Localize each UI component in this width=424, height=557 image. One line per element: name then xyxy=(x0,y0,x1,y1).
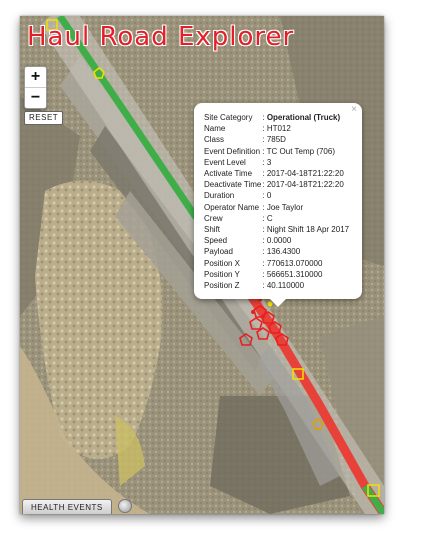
popup-pointer xyxy=(270,299,286,307)
map-window: Haul Road Explorer + − RESET × Site Cate… xyxy=(20,16,384,514)
zoom-control: + − xyxy=(24,66,47,109)
detail-value: : C xyxy=(262,213,273,223)
detail-value: : 3 xyxy=(262,157,272,167)
detail-label: Speed xyxy=(204,236,228,246)
detail-value: : Night Shift 18 Apr 2017 xyxy=(262,225,350,235)
detail-row: Position X : 770613.070000 xyxy=(204,258,349,269)
zoom-out-button[interactable]: − xyxy=(25,87,46,108)
detail-value: : 770613.070000 xyxy=(262,258,323,268)
detail-row: Site Category : Operational (Truck) xyxy=(204,112,349,123)
detail-label: Event Level xyxy=(204,157,246,167)
detail-row: Event Level : 3 xyxy=(204,157,349,168)
detail-value: : TC Out Temp (706) xyxy=(262,146,335,156)
detail-label: Name xyxy=(204,124,226,134)
detail-value: : 136.4300 xyxy=(262,247,301,257)
detail-label: Event Definition xyxy=(204,146,261,156)
reset-button[interactable]: RESET xyxy=(24,111,64,125)
detail-value: : Operational (Truck) xyxy=(262,113,341,122)
detail-value: : 2017-04-18T21:22:20 xyxy=(262,169,344,179)
event-details-table: Site Category : Operational (Truck) Name : … xyxy=(204,112,349,291)
zoom-in-button[interactable]: + xyxy=(25,67,46,87)
detail-label: Position Y xyxy=(204,269,240,279)
detail-label: Site Category xyxy=(204,113,253,122)
detail-value: : 2017-04-18T21:22:20 xyxy=(262,180,344,190)
detail-label: Position Z xyxy=(204,281,240,291)
detail-row: Position Y : 566651.310000 xyxy=(204,269,349,280)
detail-row: Position Z : 40.110000 xyxy=(204,280,349,291)
detail-row: Duration : 0 xyxy=(204,190,349,201)
detail-value: : 785D xyxy=(262,135,286,145)
detail-label: Shift xyxy=(204,225,221,235)
detail-label: Payload xyxy=(204,247,233,257)
app-title: Haul Road Explorer xyxy=(27,22,295,52)
detail-row: Activate Time : 2017-04-18T21:22:20 xyxy=(204,168,349,179)
detail-value: : HT012 xyxy=(262,124,291,134)
detail-label: Crew xyxy=(204,213,223,223)
detail-row: Class : 785D xyxy=(204,134,349,145)
close-icon[interactable]: × xyxy=(351,104,357,115)
detail-row: Speed : 0.0000 xyxy=(204,235,349,246)
detail-value: : 40.110000 xyxy=(262,281,305,291)
detail-label: Duration xyxy=(204,191,235,201)
detail-row: Name : HT012 xyxy=(204,123,349,134)
detail-value: : 0.0000 xyxy=(262,236,292,246)
detail-row: Operator Name: Joe Taylor xyxy=(204,202,349,213)
detail-label: Activate Time xyxy=(204,169,253,179)
detail-label: Class xyxy=(204,135,225,145)
detail-label: Deactivate Time xyxy=(204,180,262,190)
detail-row: Event Definition: TC Out Temp (706) xyxy=(204,146,349,157)
detail-row: Deactivate Time: 2017-04-18T21:22:20 xyxy=(204,179,349,190)
detail-row: Payload : 136.4300 xyxy=(204,246,349,257)
event-info-popup: × Site Category: Operational (Truck) Name… xyxy=(194,103,362,307)
detail-value: : 0 xyxy=(262,191,272,201)
health-events-toggle-icon[interactable] xyxy=(118,499,132,513)
detail-value: : Joe Taylor xyxy=(262,202,304,212)
detail-label: Position X xyxy=(204,258,241,268)
detail-label: Operator Name xyxy=(204,202,260,212)
detail-row: Shift : Night Shift 18 Apr 2017 xyxy=(204,224,349,235)
detail-row: Crew : C xyxy=(204,213,349,224)
health-events-tab[interactable]: HEALTH EVENTS xyxy=(22,499,112,514)
detail-value: : 566651.310000 xyxy=(262,269,323,279)
